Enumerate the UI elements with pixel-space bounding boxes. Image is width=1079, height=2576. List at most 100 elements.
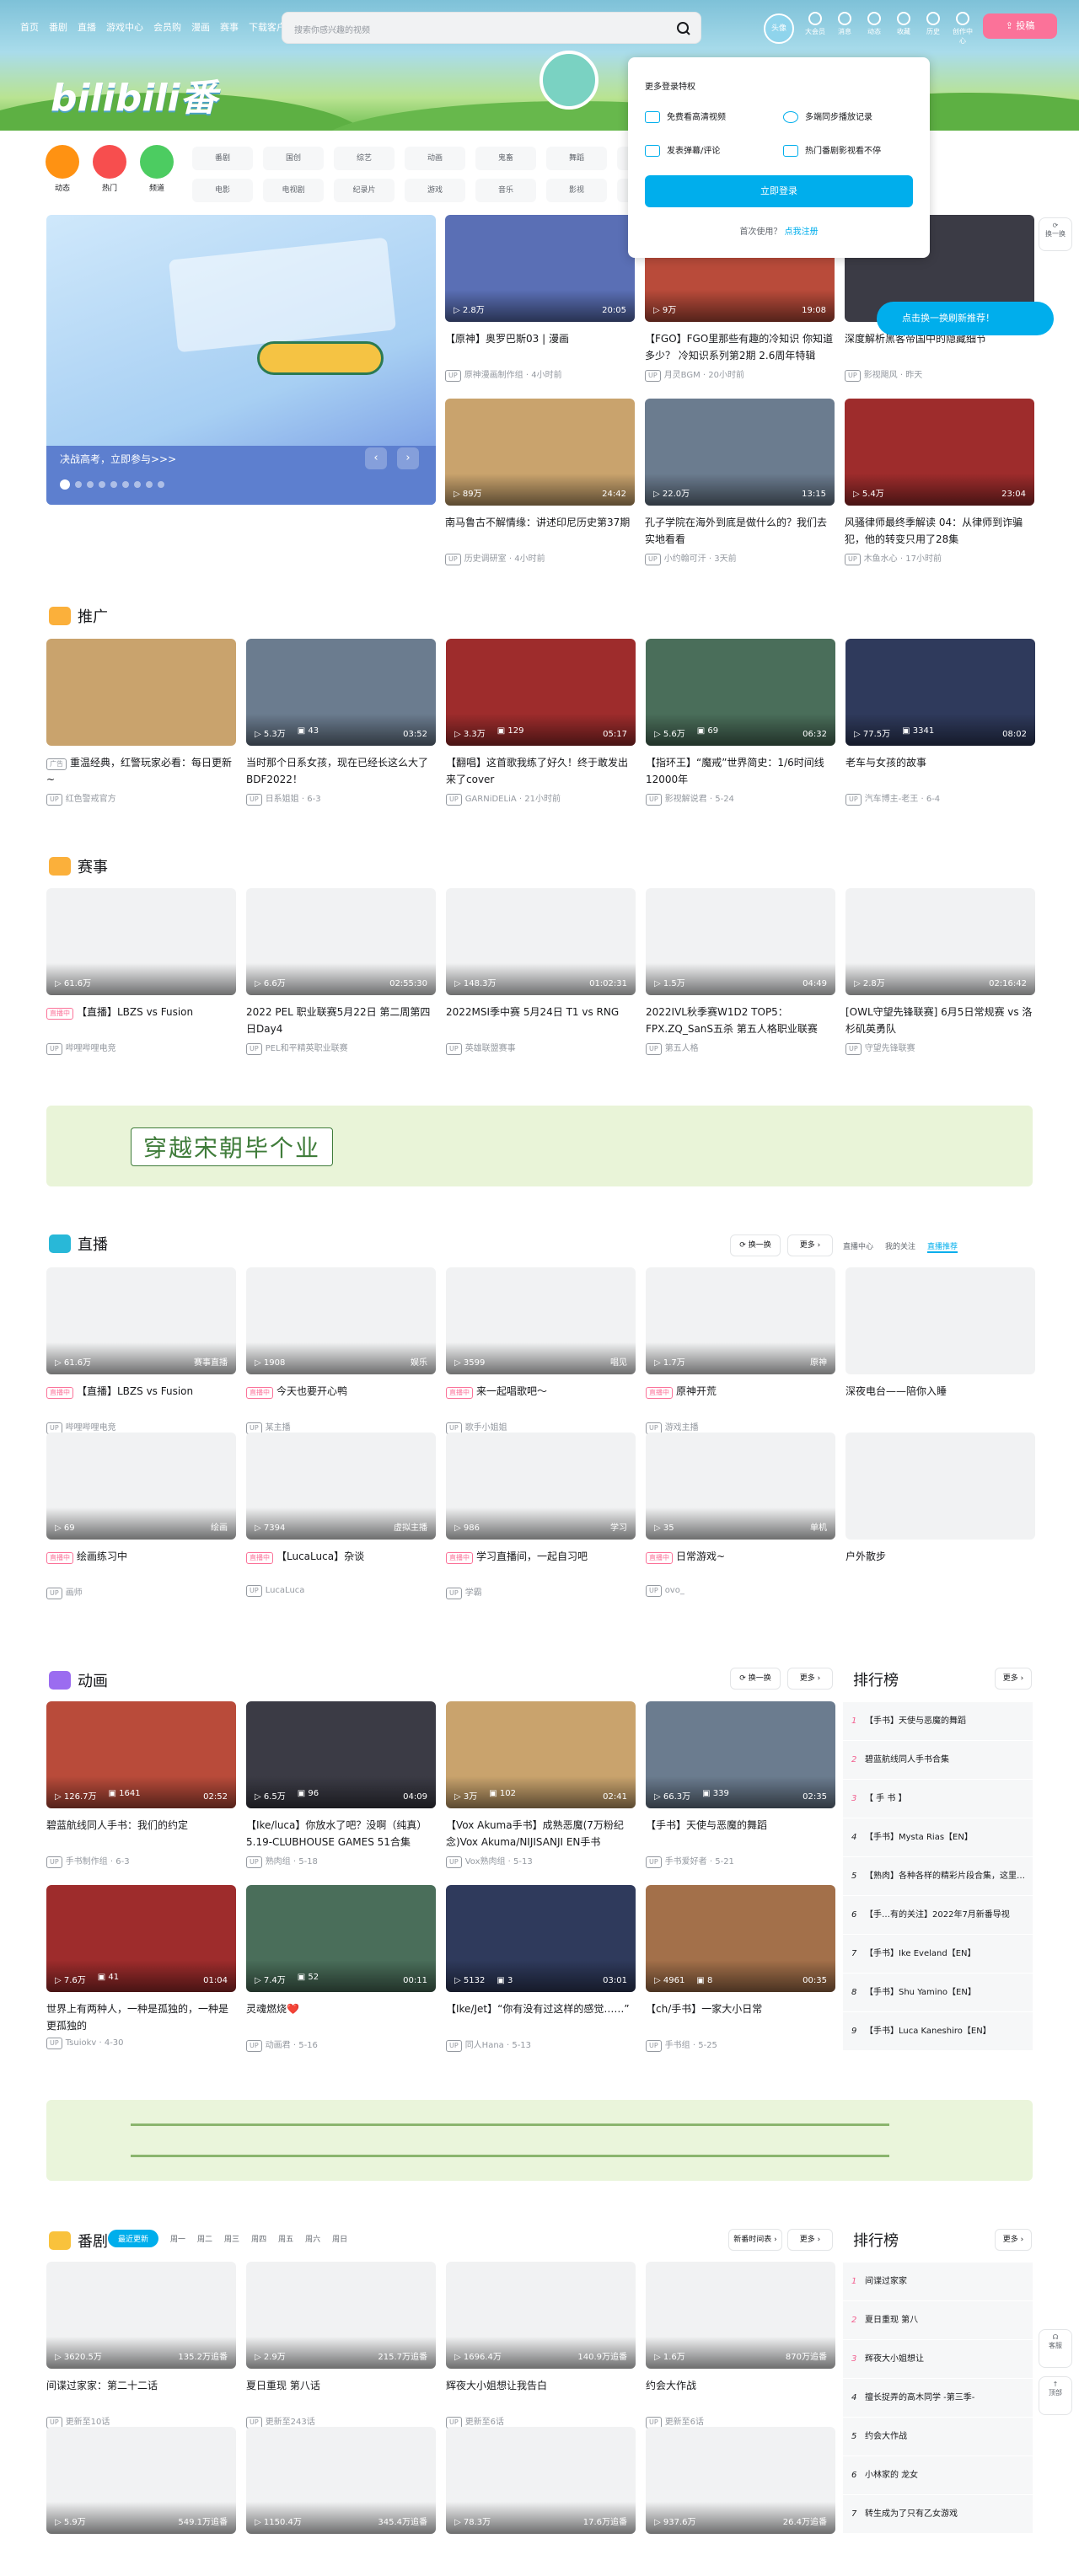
hero-carousel[interactable]: 决战高考，立即参与>>> ‹ ›: [46, 215, 436, 505]
anime-rank-more[interactable]: 更多 ›: [995, 1668, 1032, 1690]
channel-link[interactable]: 综艺: [334, 147, 395, 170]
video-title[interactable]: 直播中 绘画练习中: [46, 1548, 236, 1582]
video-thumbnail[interactable]: ▷ 7.6万 ▣ 41 01:04: [46, 1885, 236, 1992]
carousel-dot[interactable]: [158, 481, 164, 488]
video-card[interactable]: ▷ 3599 唱见 直播中 来一起唱歌吧～ UP 歌手小姐姐: [446, 1267, 636, 1434]
live-subtab[interactable]: 直播推荐: [927, 1240, 958, 1253]
top-icon-button[interactable]: 历史: [922, 12, 944, 36]
video-meta[interactable]: UP Tsuiokv · 4-30: [46, 2038, 236, 2049]
login-avatar[interactable]: 头像: [764, 13, 794, 44]
video-card[interactable]: ▷ 5.9万 549.1万追番: [46, 2427, 236, 2576]
video-thumbnail[interactable]: [845, 1267, 1035, 1374]
video-thumbnail[interactable]: ▷ 2.8万 20:05: [445, 215, 635, 322]
video-title[interactable]: 直播中 学习直播间，一起自习吧: [446, 1548, 636, 1582]
video-meta[interactable]: UP 手书爱好者 · 5-21: [646, 1854, 835, 1868]
rank-item[interactable]: 1 间谍过家家: [843, 2263, 1033, 2301]
carousel-next-button[interactable]: ›: [397, 447, 419, 469]
nav-link[interactable]: 首页: [20, 20, 39, 34]
video-title[interactable]: [446, 2542, 636, 2576]
video-card[interactable]: ▷ 1.6万 870万追番 约会大作战 UP 更新至6话: [646, 2262, 835, 2429]
nav-link[interactable]: 会员购: [153, 20, 181, 34]
video-meta[interactable]: UP 手书组 · 5-25: [646, 2038, 835, 2052]
bangumi-subtab[interactable]: 周五: [278, 2233, 293, 2244]
video-card[interactable]: ▷ 69 绘画 直播中 绘画练习中 UP 画师: [46, 1433, 236, 1599]
video-thumbnail[interactable]: ▷ 66.3万 ▣ 339 02:35: [646, 1701, 835, 1808]
channel-link[interactable]: 游戏: [405, 179, 465, 202]
video-title[interactable]: 【Ike/luca】你放水了吧？没啊（纯真）5.19-CLUBHOUSE GAM…: [246, 1817, 436, 1850]
video-title[interactable]: 当时那个日系女孩，现在已经长这么大了BDF2022！: [246, 754, 436, 788]
timeline-button[interactable]: 新番时间表 ›: [728, 2229, 782, 2251]
video-thumbnail[interactable]: ▷ 937.6万 26.4万追番: [646, 2427, 835, 2534]
carousel-dot[interactable]: [122, 481, 129, 488]
bangumi-subtab[interactable]: 周四: [251, 2233, 266, 2244]
video-meta[interactable]: UP Vox熟肉组 · 5-13: [446, 1854, 636, 1868]
video-title[interactable]: 直播中 日常游戏~: [646, 1548, 835, 1582]
video-thumbnail[interactable]: ▷ 148.3万 01:02:31: [446, 888, 636, 995]
channel-link[interactable]: 鬼畜: [475, 147, 536, 170]
video-thumbnail[interactable]: ▷ 1908 娱乐: [246, 1267, 436, 1374]
video-thumbnail[interactable]: ▷ 1.7万 原神: [646, 1267, 835, 1374]
video-title[interactable]: 南马鲁古不解情缘：讲述印尼历史第37期: [445, 514, 635, 548]
top-icon-button[interactable]: 动态: [863, 12, 885, 36]
video-thumbnail[interactable]: ▷ 61.6万 赛事直播: [46, 1267, 236, 1374]
channel-link[interactable]: 纪录片: [334, 179, 395, 202]
bangumi-subtab[interactable]: 周日: [332, 2233, 347, 2244]
refresh-side-button[interactable]: ⟳ 换一换: [1039, 217, 1072, 251]
video-meta[interactable]: UP 日系姐姐 · 6-3: [246, 791, 436, 806]
bangumi-more-button[interactable]: 更多 ›: [787, 2229, 833, 2251]
bangumi-subtab[interactable]: 周二: [197, 2233, 212, 2244]
video-title[interactable]: 直播中 来一起唱歌吧～: [446, 1383, 636, 1417]
video-card[interactable]: ▷ 5.3万 ▣ 43 03:52 当时那个日系女孩，现在已经长这么大了BDF2022…: [246, 639, 436, 806]
video-card[interactable]: ▷ 22.0万 13:15 孔子学院在海外到底是做什么的？我们去实地看看 UP 小约翰可…: [645, 399, 835, 565]
video-thumbnail[interactable]: ▷ 2.8万 02:16:42: [845, 888, 1035, 995]
video-meta[interactable]: UP LucaLuca: [246, 1585, 436, 1597]
video-meta[interactable]: UP ovo_: [646, 1585, 835, 1597]
video-meta[interactable]: UP 哔哩哔哩电竞: [46, 1041, 236, 1055]
video-thumbnail[interactable]: ▷ 1.6万 870万追番: [646, 2262, 835, 2369]
video-meta[interactable]: UP 红色警戒官方: [46, 791, 236, 806]
nav-link[interactable]: 漫画: [191, 20, 210, 34]
video-thumbnail[interactable]: ▷ 5.4万 23:04: [845, 399, 1034, 506]
video-thumbnail[interactable]: ▷ 3599 唱见: [446, 1267, 636, 1374]
search-icon[interactable]: [675, 20, 692, 37]
video-thumbnail[interactable]: ▷ 77.5万 ▣ 3341 08:02: [845, 639, 1035, 746]
video-title[interactable]: 深度解析黑客帝国中的隐藏细节: [845, 330, 1034, 364]
video-card[interactable]: ▷ 2.8万 20:05 【原神】奥罗巴斯03 | 漫画 UP 原神漫画制作组 · 4小…: [445, 215, 635, 382]
bangumi-subtab[interactable]: 周三: [224, 2233, 239, 2244]
video-card[interactable]: ▷ 6.6万 02:55:30 2022 PEL 职业联赛5月22日 第二周第四日D…: [246, 888, 436, 1055]
bangumi-subtab[interactable]: 最近更新: [108, 2230, 159, 2247]
nav-link[interactable]: 番剧: [49, 20, 67, 34]
video-thumbnail[interactable]: ▷ 6.5万 ▣ 96 04:09: [246, 1701, 436, 1808]
video-card[interactable]: 广告 重温经典，红警玩家必看：每日更新~ UP 红色警戒官方: [46, 639, 236, 806]
video-card[interactable]: ▷ 3620.5万 135.2万追番 间谍过家家：第二十二话 UP 更新至10话: [46, 2262, 236, 2429]
video-card[interactable]: ▷ 4961 ▣ 8 00:35 【ch/手书】一家大小日常 UP 手书组 · 5-25: [646, 1885, 835, 2052]
video-card[interactable]: ▷ 61.6万 赛事直播 直播中 【直播】LBZS vs Fusion UP 哔哩哔哩电竞: [46, 1267, 236, 1434]
carousel-prev-button[interactable]: ‹: [365, 447, 387, 469]
anime-refresh-button[interactable]: ⟳ 换一换: [730, 1668, 781, 1690]
rank-item[interactable]: 4 【手书】Mysta Rias【EN】: [843, 1818, 1033, 1857]
video-title[interactable]: [246, 2542, 436, 2576]
video-card[interactable]: ▷ 3万 ▣ 102 02:41 【Vox Akuma手书】成熟恶魔(7万粉纪念)Vo…: [446, 1701, 636, 1868]
video-title[interactable]: 直播中 【直播】LBZS vs Fusion: [46, 1383, 236, 1417]
bangumi-subtab[interactable]: 周一: [170, 2233, 185, 2244]
video-meta[interactable]: UP 同人Hana · 5-13: [446, 2038, 636, 2052]
video-title[interactable]: 间谍过家家：第二十二话: [46, 2377, 236, 2411]
carousel-join-badge[interactable]: [257, 341, 384, 375]
rank-item[interactable]: 2 夏日重现 第八: [843, 2301, 1033, 2340]
video-title[interactable]: 风骚律师最终季解读 04：从律师到诈骗犯，他的转变只用了28集: [845, 514, 1034, 548]
rank-item[interactable]: 8 【手书】Shu Yamino【EN】: [843, 1974, 1033, 2012]
video-card[interactable]: ▷ 3.3万 ▣ 129 05:17 【翻唱】这首歌我练了好久！终于敢发出来了cove…: [446, 639, 636, 806]
video-thumbnail[interactable]: ▷ 69 绘画: [46, 1433, 236, 1540]
video-card[interactable]: ▷ 35 单机 直播中 日常游戏~ UP ovo_: [646, 1433, 835, 1597]
video-meta[interactable]: UP 汽车博主-老王 · 6-4: [845, 791, 1035, 806]
channel-link[interactable]: 舞蹈: [546, 147, 607, 170]
video-title[interactable]: 【ch/手书】一家大小日常: [646, 2000, 835, 2034]
video-thumbnail[interactable]: ▷ 3万 ▣ 102 02:41: [446, 1701, 636, 1808]
rank-item[interactable]: 9 【手书】Luca Kaneshiro【EN】: [843, 2012, 1033, 2051]
video-thumbnail[interactable]: ▷ 89万 24:42: [445, 399, 635, 506]
video-meta[interactable]: UP 月灵BGM · 20小时前: [645, 367, 835, 382]
video-card[interactable]: 户外散步: [845, 1433, 1035, 1582]
video-title[interactable]: 辉夜大小姐想让我告白: [446, 2377, 636, 2411]
ad-banner[interactable]: 穿越宋朝毕个业: [46, 1106, 1033, 1186]
rank-item[interactable]: 2 碧蓝航线同人手书合集: [843, 1741, 1033, 1780]
